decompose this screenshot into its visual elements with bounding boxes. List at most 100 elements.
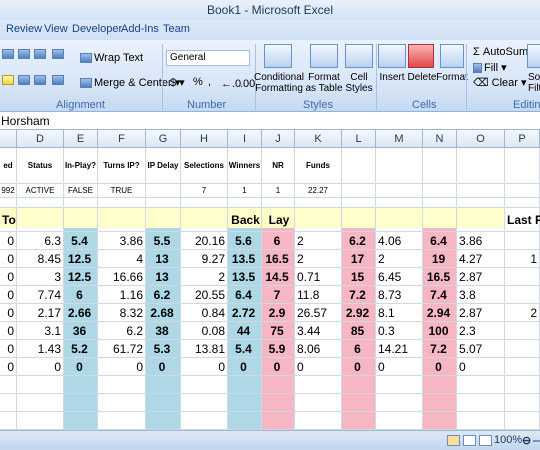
column-header-k[interactable]: K: [295, 130, 342, 148]
spacer-cell[interactable]: [17, 198, 64, 208]
data-cell[interactable]: 2.94: [423, 304, 457, 322]
empty-cell[interactable]: [228, 394, 262, 412]
empty-cell[interactable]: [457, 412, 505, 430]
spacer-cell[interactable]: [64, 198, 98, 208]
cell-styles-icon[interactable]: [345, 44, 373, 68]
value-cell-l[interactable]: [342, 184, 376, 198]
header-cell-d[interactable]: Status: [17, 148, 64, 184]
data-cell[interactable]: 5.3: [146, 340, 181, 358]
comma-button[interactable]: ,: [208, 76, 211, 88]
empty-cell[interactable]: [228, 376, 262, 394]
delete-button[interactable]: Delete: [406, 72, 438, 83]
data-cell[interactable]: 85: [342, 322, 376, 340]
empty-cell[interactable]: [146, 376, 181, 394]
value-cell-n[interactable]: [423, 184, 457, 198]
data-cell[interactable]: 3.1: [17, 322, 64, 340]
spacer-cell[interactable]: [146, 198, 181, 208]
spacer-cell[interactable]: [228, 198, 262, 208]
spacer-cell[interactable]: [181, 198, 228, 208]
data-cell[interactable]: 8.1: [376, 304, 423, 322]
data-cell[interactable]: 6.2: [146, 286, 181, 304]
data-cell[interactable]: 1.43: [17, 340, 64, 358]
value-cell-k[interactable]: 22.27: [295, 184, 342, 198]
header-cell-l[interactable]: [342, 148, 376, 184]
spreadsheet-grid[interactable]: ed Status In-Play? Turns IP? IP Delay Selecti…: [0, 148, 540, 430]
data-cell[interactable]: 19: [423, 250, 457, 268]
data-cell[interactable]: 3.86: [98, 232, 146, 250]
formula-bar[interactable]: Horsham: [0, 112, 540, 130]
empty-cell[interactable]: [262, 376, 295, 394]
data-cell[interactable]: [505, 286, 540, 304]
data-cell[interactable]: 1: [505, 250, 540, 268]
data-cell[interactable]: 0.71: [295, 268, 342, 286]
data-cell[interactable]: 0: [423, 358, 457, 376]
data-cell[interactable]: 61.72: [98, 340, 146, 358]
data-cell[interactable]: 7.74: [17, 286, 64, 304]
data-cell[interactable]: 9.27: [181, 250, 228, 268]
data-cell[interactable]: 2.92: [342, 304, 376, 322]
align-top-icon[interactable]: [2, 48, 16, 60]
data-cell[interactable]: 2.17: [17, 304, 64, 322]
data-cell[interactable]: 0: [0, 304, 17, 322]
empty-cell[interactable]: [295, 376, 342, 394]
spacer-cell[interactable]: [295, 198, 342, 208]
data-cell[interactable]: 2.87: [457, 268, 505, 286]
data-cell[interactable]: 4: [98, 250, 146, 268]
wrap-text-button[interactable]: Wrap Text: [80, 52, 143, 64]
label-cell-n[interactable]: [423, 208, 457, 232]
data-cell[interactable]: 6: [262, 232, 295, 250]
empty-cell[interactable]: [17, 394, 64, 412]
header-cell-m[interactable]: [376, 148, 423, 184]
data-cell[interactable]: 6: [342, 340, 376, 358]
value-cell-i[interactable]: 1: [228, 184, 262, 198]
page-break-view-icon[interactable]: [479, 435, 492, 446]
data-cell[interactable]: 0: [0, 250, 17, 268]
data-cell[interactable]: 7.4: [423, 286, 457, 304]
data-cell[interactable]: 0: [181, 358, 228, 376]
percent-button[interactable]: %: [193, 76, 203, 88]
tab-team[interactable]: Team: [163, 23, 190, 35]
data-cell[interactable]: 0.08: [181, 322, 228, 340]
format-cells-icon[interactable]: [440, 44, 464, 68]
data-cell[interactable]: 8.45: [17, 250, 64, 268]
label-cell-o[interactable]: [457, 208, 505, 232]
empty-cell[interactable]: [98, 394, 146, 412]
data-cell[interactable]: 13.5: [228, 250, 262, 268]
empty-cell[interactable]: [295, 412, 342, 430]
data-cell[interactable]: 2.9: [262, 304, 295, 322]
tab-view[interactable]: View: [44, 23, 68, 35]
data-cell[interactable]: 8.06: [295, 340, 342, 358]
data-cell[interactable]: 8.32: [98, 304, 146, 322]
label-cell-p[interactable]: Last Pr: [505, 208, 540, 232]
data-cell[interactable]: 3: [17, 268, 64, 286]
data-cell[interactable]: 7.2: [342, 286, 376, 304]
column-header-e[interactable]: E: [64, 130, 98, 148]
value-cell-d[interactable]: ACTIVE: [17, 184, 64, 198]
data-cell[interactable]: 13.81: [181, 340, 228, 358]
label-cell-m[interactable]: [376, 208, 423, 232]
value-cell-a[interactable]: 992: [0, 184, 17, 198]
empty-cell[interactable]: [17, 412, 64, 430]
data-cell[interactable]: 13: [146, 268, 181, 286]
column-header-o[interactable]: O: [457, 130, 505, 148]
data-cell[interactable]: 14.21: [376, 340, 423, 358]
number-format-dropdown[interactable]: General: [166, 50, 250, 66]
header-cell-e[interactable]: In-Play?: [64, 148, 98, 184]
data-cell[interactable]: 4.27: [457, 250, 505, 268]
data-cell[interactable]: 0: [0, 358, 17, 376]
column-header-p[interactable]: P: [505, 130, 540, 148]
data-cell[interactable]: 16.5: [262, 250, 295, 268]
data-cell[interactable]: 0: [0, 340, 17, 358]
value-cell-f[interactable]: TRUE: [98, 184, 146, 198]
empty-cell[interactable]: [98, 376, 146, 394]
data-cell[interactable]: 0.3: [376, 322, 423, 340]
empty-cell[interactable]: [423, 394, 457, 412]
header-cell-h[interactable]: Selections: [181, 148, 228, 184]
empty-cell[interactable]: [17, 376, 64, 394]
header-cell-k[interactable]: Funds: [295, 148, 342, 184]
data-cell[interactable]: 6.2: [98, 322, 146, 340]
filter-label[interactable]: Filt: [528, 83, 540, 94]
data-cell[interactable]: 7.2: [423, 340, 457, 358]
sort-label[interactable]: Sor: [528, 72, 540, 83]
tab-review[interactable]: Review: [6, 23, 42, 35]
